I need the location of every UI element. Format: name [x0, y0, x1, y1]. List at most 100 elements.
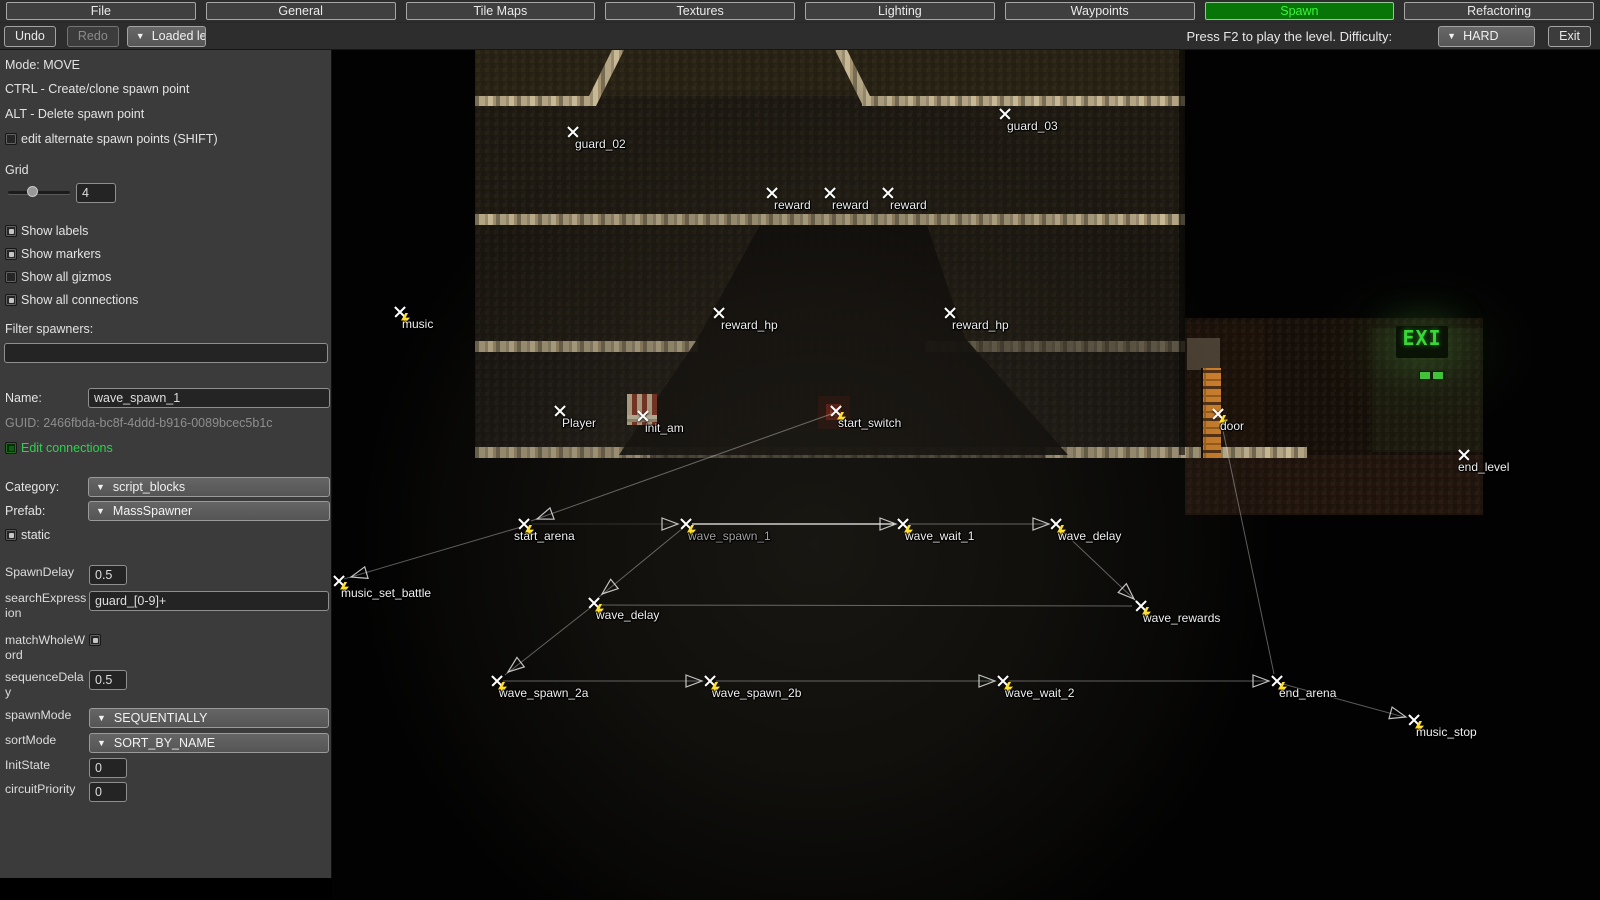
toggle-show-labels[interactable]: Show labels [5, 224, 88, 238]
mode-line: Mode: MOVE [5, 58, 80, 72]
prop-row-initstate: InitState [5, 758, 329, 778]
checkbox-show-markers[interactable] [5, 248, 17, 260]
spawn-node-label: Player [562, 416, 596, 430]
prop-label: spawnMode [5, 708, 89, 723]
prop-label: sortMode [5, 733, 89, 748]
prop-input-sequencedelay[interactable] [89, 670, 127, 690]
edit-connections-toggle[interactable]: Edit connections [5, 441, 113, 455]
prop-input-spawndelay[interactable] [89, 565, 127, 585]
difficulty-value: HARD [1463, 29, 1498, 43]
spawn-connection [505, 608, 590, 675]
prop-checkbox-matchwholeword[interactable] [89, 634, 101, 646]
toggle-label: Show labels [21, 224, 88, 238]
spawn-node-label: guard_03 [1007, 119, 1058, 133]
prop-dropdown-spawnmode[interactable]: SEQUENTIALLY [89, 708, 329, 728]
prop-dropdown-sortmode[interactable]: SORT_BY_NAME [89, 733, 329, 753]
prop-input-initstate[interactable] [89, 758, 127, 778]
spawn-connection [344, 527, 521, 579]
toggle-label: Show all connections [21, 293, 138, 307]
spawn-node-label: end_arena [1279, 686, 1336, 700]
guid-line: GUID: 2466fbda-bc8f-4ddd-b916-0089bcec5b… [5, 416, 273, 430]
tab-textures[interactable]: Textures [605, 2, 795, 20]
edit-connections-checkbox[interactable] [5, 442, 17, 454]
spawn-connection [1221, 421, 1274, 674]
prop-input-searchexpression[interactable] [89, 591, 329, 611]
difficulty-dropdown[interactable]: HARD [1438, 26, 1535, 47]
tab-general[interactable]: General [206, 2, 396, 20]
level-canvas[interactable]: EXI guard_02guard_03rewardrewardrewardmu… [332, 50, 1600, 900]
alt-help-line: ALT - Delete spawn point [5, 107, 144, 121]
prop-label: circuitPriority [5, 782, 89, 797]
prop-label: InitState [5, 758, 89, 773]
undo-button[interactable]: Undo [4, 26, 56, 47]
spawn-node-label: door [1220, 419, 1244, 433]
spawn-node-label: start_arena [514, 529, 575, 543]
prop-row-spawnmode: spawnMode SEQUENTIALLY [5, 708, 329, 728]
redo-button[interactable]: Redo [67, 26, 119, 47]
prop-row-searchexpression: searchExpression [5, 591, 329, 621]
spawn-node-label: wave_spawn_2b [712, 686, 801, 700]
edit-connections-label: Edit connections [21, 441, 113, 455]
tab-file[interactable]: File [6, 2, 196, 20]
prop-row-sortmode: sortMode SORT_BY_NAME [5, 733, 329, 753]
toggle-label: Show all gizmos [21, 270, 111, 284]
tab-waypoints[interactable]: Waypoints [1005, 2, 1195, 20]
prop-input-circuitpriority[interactable] [89, 782, 127, 802]
spawn-node-label: music [402, 317, 433, 331]
prefab-value: MassSpawner [113, 504, 192, 518]
toggle-show-all-gizmos[interactable]: Show all gizmos [5, 270, 111, 284]
alt-spawn-label: edit alternate spawn points (SHIFT) [21, 132, 218, 146]
prop-row-matchwholeword: matchWholeWord [5, 633, 329, 663]
spawn-node-label: end_level [1458, 460, 1509, 474]
prop-label: matchWholeWord [5, 633, 89, 663]
spawn-node-label: guard_02 [575, 137, 626, 151]
prop-dropdown-value: SORT_BY_NAME [114, 736, 215, 750]
alt-spawn-checkbox[interactable] [5, 133, 17, 145]
checkbox-show-labels[interactable] [5, 225, 17, 237]
prop-dropdown-value: SEQUENTIALLY [114, 711, 208, 725]
ctrl-help-line: CTRL - Create/clone spawn point [5, 82, 189, 96]
prefab-dropdown[interactable]: MassSpawner [88, 501, 330, 521]
tab-tile-maps[interactable]: Tile Maps [406, 2, 596, 20]
spawner-name-input[interactable] [88, 388, 330, 408]
spawn-node-label: wave_delay [1058, 529, 1121, 543]
loaded-levels-dropdown[interactable]: Loaded le [127, 26, 206, 47]
static-checkbox[interactable] [5, 529, 17, 541]
spawn-node-label: wave_wait_1 [905, 529, 974, 543]
name-label: Name: [5, 391, 42, 405]
tab-refactoring[interactable]: Refactoring [1404, 2, 1594, 20]
alt-spawn-toggle[interactable]: edit alternate spawn points (SHIFT) [5, 132, 218, 146]
loaded-levels-value: Loaded le [152, 29, 206, 43]
spawn-node-label: reward [890, 198, 927, 212]
static-toggle[interactable]: static [5, 528, 50, 542]
grid-slider[interactable] [8, 191, 70, 194]
spawn-node-label: wave_rewards [1143, 611, 1220, 625]
checkbox-show-all-connections[interactable] [5, 294, 17, 306]
spawn-node-label: reward [832, 198, 869, 212]
tab-spawn[interactable]: Spawn [1205, 2, 1395, 20]
spawn-panel: Mode: MOVE CTRL - Create/clone spawn poi… [0, 50, 332, 878]
prop-row-circuitpriority: circuitPriority [5, 782, 329, 802]
spawn-node-label: wave_spawn_2a [499, 686, 588, 700]
category-dropdown[interactable]: script_blocks [88, 477, 330, 497]
connection-layer [332, 50, 1600, 900]
tab-lighting[interactable]: Lighting [805, 2, 995, 20]
checkbox-show-all-gizmos[interactable] [5, 271, 17, 283]
category-value: script_blocks [113, 480, 185, 494]
grid-label: Grid [5, 163, 29, 177]
toggle-show-all-connections[interactable]: Show all connections [5, 293, 138, 307]
grid-slider-thumb[interactable] [27, 186, 38, 197]
static-label: static [21, 528, 50, 542]
spawn-node-label: music_stop [1416, 725, 1477, 739]
prop-label: SpawnDelay [5, 565, 89, 580]
spawn-node-label: music_set_battle [341, 586, 431, 600]
play-hint-text: Press F2 to play the level. Difficulty: [1186, 29, 1392, 44]
spawn-node-label: wave_spawn_1 [688, 529, 771, 543]
prop-row-sequencedelay: sequenceDelay [5, 670, 329, 700]
filter-spawners-label: Filter spawners: [5, 322, 93, 336]
grid-size-input[interactable] [76, 183, 116, 203]
toggle-show-markers[interactable]: Show markers [5, 247, 101, 261]
filter-spawners-input[interactable] [4, 343, 328, 363]
exit-button[interactable]: Exit [1548, 26, 1591, 47]
spawn-node-label: init_am [645, 421, 684, 435]
